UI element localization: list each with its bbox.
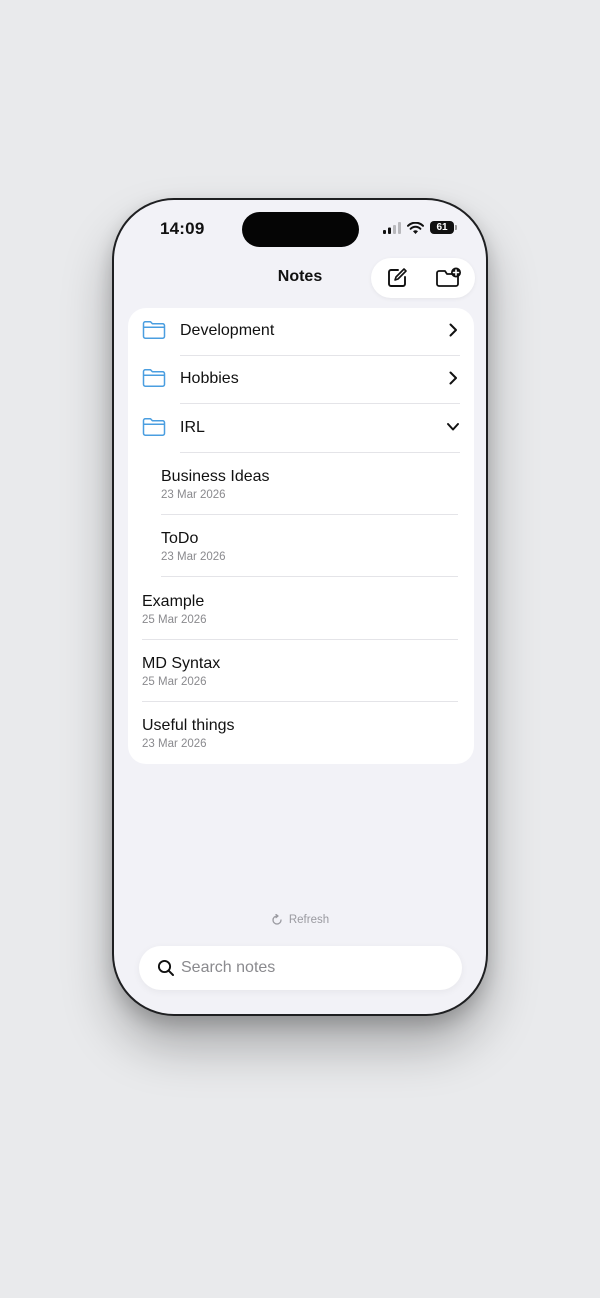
app-screen: 14:09 61 Notes Development Hobbies IRL B…: [114, 200, 486, 1014]
new-note-button[interactable]: [381, 262, 413, 294]
cellular-signal-icon: [383, 221, 401, 234]
divider: [142, 639, 458, 640]
chevron-right-icon: [449, 371, 457, 385]
note-date: 23 Mar 2026: [142, 738, 207, 750]
divider: [180, 403, 460, 404]
dynamic-island: [242, 212, 359, 247]
note-title: ToDo: [161, 530, 199, 547]
divider: [161, 576, 458, 577]
list-item-note[interactable]: Business Ideas 23 Mar 2026: [161, 468, 451, 530]
refresh-label: Refresh: [288, 914, 330, 926]
refresh-button[interactable]: Refresh: [114, 914, 486, 926]
note-date: 23 Mar 2026: [161, 489, 226, 501]
divider: [161, 514, 458, 515]
chevron-down-icon: [447, 423, 459, 431]
phone-frame: 14:09 61 Notes Development Hobbies IRL B…: [112, 198, 488, 1016]
divider: [142, 701, 458, 702]
wifi-icon: [407, 221, 424, 234]
chevron-right-icon: [449, 323, 457, 337]
folder-label: Hobbies: [180, 370, 239, 387]
note-date: 23 Mar 2026: [161, 551, 226, 563]
divider: [180, 452, 460, 453]
new-folder-button[interactable]: [433, 262, 465, 294]
folder-row-irl[interactable]: IRL: [128, 405, 474, 453]
battery-icon: 61: [430, 221, 457, 234]
battery-level: 61: [436, 222, 448, 233]
folder-row-development[interactable]: Development: [128, 308, 474, 356]
folder-row-hobbies[interactable]: Hobbies: [128, 356, 474, 404]
folder-icon: [142, 417, 166, 436]
list-item-note[interactable]: Useful things 23 Mar 2026: [142, 717, 452, 779]
folder-icon: [142, 368, 166, 387]
folder-plus-icon: [436, 267, 461, 287]
list-item-note[interactable]: Example 25 Mar 2026: [142, 593, 452, 655]
notes-list-card: Development Hobbies IRL Business Ideas 2…: [128, 308, 474, 764]
note-title: Business Ideas: [161, 468, 270, 485]
folder-label: IRL: [180, 419, 205, 436]
refresh-icon: [272, 914, 282, 925]
search-icon: [157, 959, 174, 976]
search-input[interactable]: [181, 946, 441, 990]
note-date: 25 Mar 2026: [142, 676, 207, 688]
folder-icon: [142, 320, 166, 339]
folder-label: Development: [180, 322, 275, 339]
list-item-note[interactable]: ToDo 23 Mar 2026: [161, 530, 451, 592]
note-title: MD Syntax: [142, 655, 221, 672]
search-bar[interactable]: [139, 946, 462, 990]
note-date: 25 Mar 2026: [142, 614, 207, 626]
note-title: Example: [142, 593, 205, 610]
status-icons: 61: [383, 221, 457, 234]
list-item-note[interactable]: MD Syntax 25 Mar 2026: [142, 655, 452, 717]
nav-action-group: [371, 258, 475, 298]
status-time: 14:09: [160, 219, 205, 238]
compose-icon: [388, 268, 407, 287]
note-title: Useful things: [142, 717, 235, 734]
